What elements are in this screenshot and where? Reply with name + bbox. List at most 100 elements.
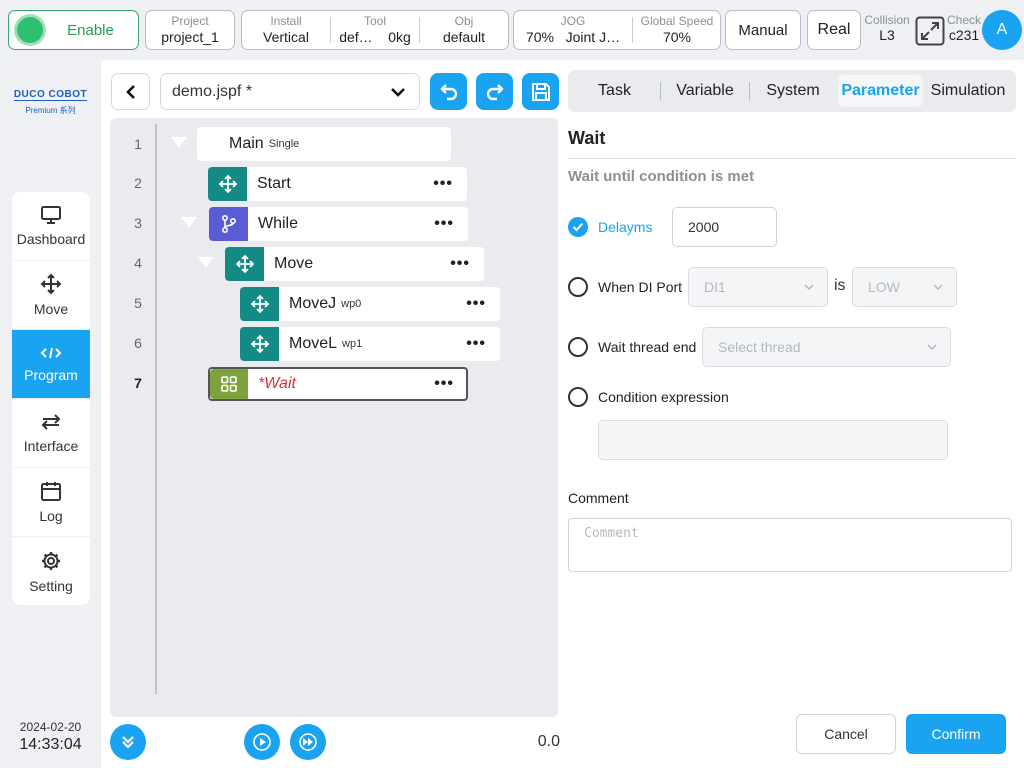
di-level-select[interactable]: LOW (852, 267, 957, 307)
more-options-icon[interactable]: ••• (466, 335, 486, 353)
node-sub: wp0 (341, 298, 362, 310)
di-port-label: When DI Port (598, 279, 683, 295)
di-port-select[interactable]: DI1 (688, 267, 828, 307)
play-button[interactable] (244, 724, 280, 760)
save-button[interactable] (522, 73, 559, 110)
sidebar-item-dashboard[interactable]: Dashboard (12, 192, 90, 261)
sidebar-item-interface[interactable]: Interface (12, 399, 90, 468)
undo-button[interactable] (430, 73, 467, 110)
jog-selector[interactable]: JOG 70% Joint J… (514, 11, 632, 49)
tree-node-movel[interactable]: MoveL wp1 ••• (240, 327, 500, 361)
di-port-radio[interactable] (568, 277, 588, 297)
check-value: c231 (948, 27, 980, 43)
panel-description: Wait until condition is met (568, 168, 755, 185)
tree-node-movej[interactable]: MoveJ wp0 ••• (240, 287, 500, 321)
tree-node-wait[interactable]: *Wait ••• (208, 367, 468, 401)
tree-node-start[interactable]: Start ••• (208, 167, 467, 201)
condition-radio[interactable] (568, 387, 588, 407)
tab-system[interactable]: System (750, 70, 836, 112)
tab-task[interactable]: Task (568, 70, 661, 112)
tab-variable[interactable]: Variable (661, 70, 749, 112)
cancel-button[interactable]: Cancel (796, 714, 896, 754)
expand-icon[interactable] (915, 16, 945, 46)
run-counter: 0.0 (537, 733, 560, 750)
current-time: 14:33:04 (19, 736, 82, 753)
file-name: demo.jspf * (172, 82, 253, 100)
chevron-left-icon (125, 84, 135, 99)
power-status-icon (17, 17, 43, 43)
comment-label: Comment (568, 490, 629, 506)
move-node-icon (208, 167, 247, 201)
sidebar-item-log[interactable]: Log (12, 468, 90, 537)
step-down-button[interactable] (110, 724, 146, 760)
tree-node-main[interactable]: Main Single (197, 127, 451, 161)
fast-forward-button[interactable] (290, 724, 326, 760)
check-status[interactable]: Check c231 (944, 14, 984, 44)
branch-icon (209, 207, 248, 241)
global-speed-selector[interactable]: Global Speed 70% (633, 11, 721, 49)
node-name: *Wait (258, 375, 296, 392)
real-mode-button[interactable]: Real (807, 10, 861, 50)
thread-select[interactable]: Select thread (702, 327, 951, 367)
collapse-toggle-icon[interactable] (181, 217, 197, 228)
sidebar-item-setting[interactable]: Setting (12, 537, 90, 605)
comment-textarea[interactable]: Comment (568, 518, 1012, 572)
clock: 2024-02-20 14:33:04 (0, 720, 101, 754)
node-sub: wp1 (342, 338, 363, 350)
project-value: project_1 (161, 29, 219, 45)
condition-label: Condition expression (598, 389, 729, 405)
project-selector[interactable]: Project project_1 (145, 10, 235, 50)
gear-icon (42, 551, 60, 570)
more-options-icon[interactable]: ••• (434, 215, 454, 233)
move-icon (40, 273, 62, 295)
sidebar-item-program[interactable]: Program (12, 330, 90, 399)
install-selector[interactable]: Install Vertical (242, 11, 330, 49)
divider (568, 158, 1016, 159)
line-gutter (155, 124, 157, 694)
more-options-icon[interactable]: ••• (434, 375, 454, 393)
enable-label: Enable (67, 21, 114, 39)
tab-simulation[interactable]: Simulation (926, 70, 1010, 112)
chevron-down-icon (391, 88, 405, 97)
redo-button[interactable] (476, 73, 513, 110)
delay-radio[interactable] (568, 217, 588, 237)
line-number: 4 (134, 255, 142, 271)
more-options-icon[interactable]: ••• (450, 255, 470, 273)
top-status-bar: Enable Project project_1 Install Vertica… (0, 0, 1024, 60)
collapse-toggle-icon[interactable] (171, 137, 187, 148)
line-number: 1 (134, 136, 142, 152)
line-number: 7 (134, 375, 142, 391)
back-button[interactable] (111, 73, 150, 110)
tree-node-while[interactable]: While ••• (209, 207, 468, 241)
tab-parameter[interactable]: Parameter (838, 75, 923, 107)
sidebar-item-label: Setting (29, 577, 73, 594)
node-name: Main (229, 135, 264, 152)
confirm-button[interactable]: Confirm (906, 714, 1006, 754)
tool-selector[interactable]: Tool def… 0kg (331, 11, 419, 49)
redo-icon (486, 83, 504, 100)
collision-value: L3 (879, 27, 895, 43)
move-node-icon (240, 287, 279, 321)
sidebar-item-label: Log (39, 508, 63, 524)
delay-input[interactable]: 2000 (672, 207, 777, 247)
enable-button[interactable]: Enable (8, 10, 139, 50)
collision-status[interactable]: Collision L3 (862, 14, 912, 44)
collapse-toggle-icon[interactable] (198, 257, 214, 268)
node-sub: Single (268, 138, 300, 150)
user-avatar[interactable]: A (982, 10, 1022, 50)
file-selector[interactable]: demo.jspf * (160, 73, 420, 110)
jog-mode: Joint J… (565, 29, 621, 45)
sidebar-item-move[interactable]: Move (12, 261, 90, 330)
condition-input[interactable] (598, 420, 948, 460)
manual-mode-button[interactable]: Manual (725, 10, 801, 50)
undo-icon (439, 83, 457, 100)
obj-selector[interactable]: Obj default (420, 11, 508, 49)
thread-end-radio[interactable] (568, 337, 588, 357)
line-number: 3 (134, 215, 142, 231)
tree-node-move[interactable]: Move ••• (225, 247, 484, 281)
more-options-icon[interactable]: ••• (433, 175, 453, 193)
main-nav: Dashboard Move Program Interface Log Set… (12, 192, 90, 605)
delay-label: Delayms (598, 219, 653, 235)
more-options-icon[interactable]: ••• (466, 295, 486, 313)
di-port-value: DI1 (704, 279, 726, 295)
